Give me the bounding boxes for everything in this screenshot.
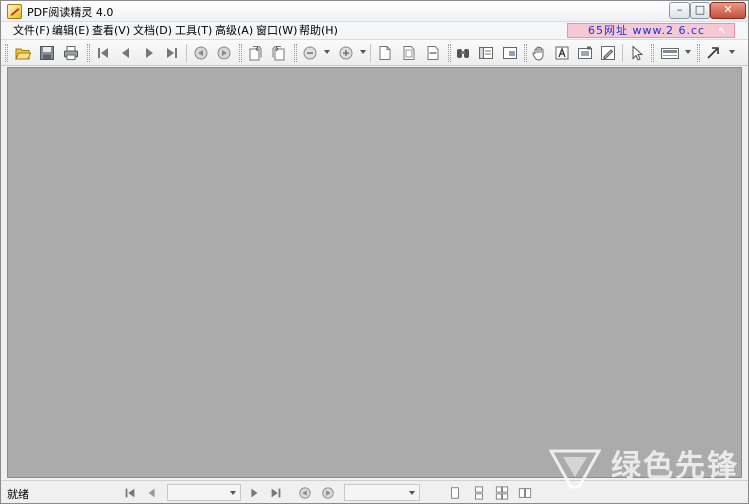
toolbar-separator xyxy=(622,44,623,62)
arrow-tool-icon[interactable] xyxy=(703,43,723,63)
app-logo-icon xyxy=(7,4,22,19)
thumbnail-icon[interactable] xyxy=(500,43,520,63)
watermark-text: 绿色先锋 xyxy=(611,449,739,484)
forward-icon[interactable] xyxy=(214,43,234,63)
zoom-level-combo[interactable] xyxy=(344,484,420,501)
toolbar-separator xyxy=(186,44,187,62)
back-icon[interactable] xyxy=(191,43,211,63)
menu-edit[interactable]: 编辑(E) xyxy=(50,24,92,38)
select-text-icon[interactable] xyxy=(552,43,572,63)
prev-page-icon[interactable] xyxy=(116,43,136,63)
toolbar-grip[interactable] xyxy=(294,44,297,62)
print-icon[interactable] xyxy=(61,43,81,63)
ad-banner-text: 65网址 www.2 6.cc xyxy=(588,24,706,37)
status-forward-icon[interactable] xyxy=(319,484,337,502)
chevron-down-icon xyxy=(409,491,415,495)
menu-view[interactable]: 查看(V) xyxy=(90,24,132,38)
menu-tools[interactable]: 工具(T) xyxy=(173,24,214,38)
toolbar-separator xyxy=(370,44,371,62)
toolbar-grip[interactable] xyxy=(87,44,90,62)
maximize-button[interactable]: □ xyxy=(690,2,710,19)
rotate-right-icon[interactable] xyxy=(269,43,289,63)
zoom-in-dropdown-icon[interactable] xyxy=(360,50,366,54)
ad-cursor-icon: ↖ xyxy=(717,24,728,37)
fit-page-icon[interactable] xyxy=(399,43,419,63)
fit-width-icon[interactable] xyxy=(423,43,443,63)
open-folder-icon[interactable] xyxy=(13,43,33,63)
hand-icon[interactable] xyxy=(529,43,549,63)
edit-tool-icon[interactable] xyxy=(598,43,618,63)
status-last-page-icon[interactable] xyxy=(267,484,285,502)
toolbar-grip[interactable] xyxy=(448,44,451,62)
arrow-tool-dropdown-icon[interactable] xyxy=(729,50,735,54)
zoom-in-icon[interactable] xyxy=(336,43,356,63)
rotate-left-icon[interactable] xyxy=(245,43,265,63)
actual-size-icon[interactable] xyxy=(375,43,395,63)
menu-document[interactable]: 文档(D) xyxy=(131,24,174,38)
bookmark-panel-icon[interactable] xyxy=(476,43,496,63)
status-text: 就绪 xyxy=(7,488,29,501)
zoom-out-dropdown-icon[interactable] xyxy=(324,50,330,54)
stamp-icon[interactable] xyxy=(657,43,683,63)
watermark-logo-icon xyxy=(549,449,601,489)
first-page-icon[interactable] xyxy=(93,43,113,63)
main-toolbar xyxy=(1,40,748,66)
ad-banner[interactable]: 65网址 www.2 6.cc ↖ xyxy=(567,23,735,38)
stamp-dropdown-icon[interactable] xyxy=(685,50,691,54)
snapshot-icon[interactable] xyxy=(575,43,595,63)
zoom-out-icon[interactable] xyxy=(300,43,320,63)
chevron-down-icon xyxy=(230,491,236,495)
close-button[interactable]: ✕ xyxy=(710,2,746,19)
status-prev-page-icon[interactable] xyxy=(143,484,161,502)
document-view-area[interactable] xyxy=(7,67,742,478)
toolbar-grip[interactable] xyxy=(239,44,242,62)
continuous-layout-icon[interactable] xyxy=(470,484,488,502)
status-back-icon[interactable] xyxy=(296,484,314,502)
last-page-icon[interactable] xyxy=(162,43,182,63)
menu-window[interactable]: 窗口(W) xyxy=(254,24,299,38)
status-first-page-icon[interactable] xyxy=(121,484,139,502)
page-number-combo[interactable] xyxy=(167,484,241,501)
find-icon[interactable] xyxy=(453,43,473,63)
facing-layout-icon[interactable] xyxy=(516,484,534,502)
app-window: PDF阅读精灵 4.0 – □ ✕ 文件(F) 编辑(E) 查看(V) 文档(D… xyxy=(0,0,749,504)
pointer-icon[interactable] xyxy=(627,43,647,63)
save-icon[interactable] xyxy=(37,43,57,63)
minimize-button[interactable]: – xyxy=(669,2,690,19)
menu-file[interactable]: 文件(F) xyxy=(11,24,52,38)
status-next-page-icon[interactable] xyxy=(245,484,263,502)
menu-advanced[interactable]: 高级(A) xyxy=(213,24,255,38)
toolbar-grip[interactable] xyxy=(5,44,8,62)
next-page-icon[interactable] xyxy=(139,43,159,63)
toolbar-grip[interactable] xyxy=(651,44,654,62)
single-page-layout-icon[interactable] xyxy=(446,484,464,502)
window-title: PDF阅读精灵 4.0 xyxy=(27,6,114,19)
facing-continuous-layout-icon[interactable] xyxy=(493,484,511,502)
menu-help[interactable]: 帮助(H) xyxy=(297,24,340,38)
toolbar-grip[interactable] xyxy=(697,44,700,62)
title-bar[interactable]: PDF阅读精灵 4.0 – □ ✕ xyxy=(1,1,748,22)
toolbar-grip[interactable] xyxy=(524,44,527,62)
